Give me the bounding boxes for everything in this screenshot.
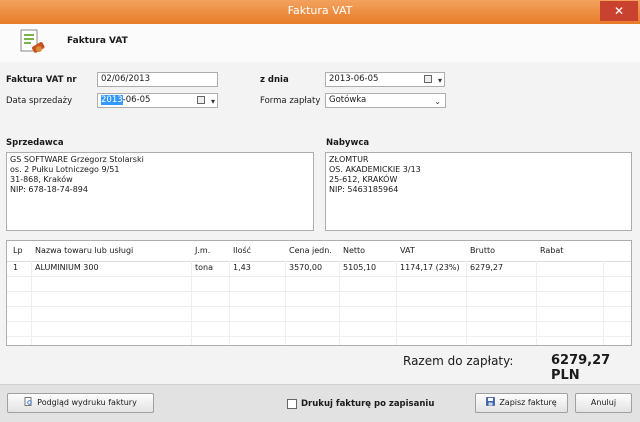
total-value: 6279,27 PLN: [551, 353, 611, 383]
buyer-line: NIP: 5463185964: [329, 185, 399, 194]
seller-line: GS SOFTWARE Grzegorz Stolarski: [10, 155, 144, 164]
cell-quantity: 1,43: [233, 263, 251, 272]
cell-vat: 1174,17 (23%): [400, 263, 460, 272]
cell-name: ALUMINIUM 300: [35, 263, 99, 272]
sale-date-rest-text: -06-05: [122, 95, 151, 105]
invoice-pen-icon: [20, 29, 45, 53]
payment-method-value: Gotówka: [329, 95, 367, 105]
total-label: Razem do zapłaty:: [403, 354, 514, 368]
dialog-header: Faktura VAT: [0, 24, 640, 63]
issue-date-picker[interactable]: 2013-06-05 ▾: [325, 72, 445, 87]
seller-label: Sprzedawca: [6, 138, 64, 148]
save-invoice-label: Zapisz fakturę: [499, 398, 557, 407]
seller-line: 31-868, Kraków: [10, 175, 73, 184]
cancel-button[interactable]: Anuluj: [575, 393, 632, 413]
invoice-number-input[interactable]: 02/06/2013: [97, 72, 218, 87]
payment-method-select[interactable]: Gotówka ⌄: [325, 93, 446, 108]
cell-net: 5105,10: [343, 263, 377, 272]
print-after-save-label[interactable]: Drukuj fakturę po zapisaniu: [301, 399, 434, 409]
issue-date-value: 2013-06-05: [329, 74, 379, 84]
window-title: Faktura VAT: [287, 4, 353, 17]
calendar-icon[interactable]: [197, 96, 205, 104]
seller-line: NIP: 678-18-74-894: [10, 185, 88, 194]
cell-unit-price: 3570,00: [289, 263, 323, 272]
print-preview-label: Podgląd wydruku faktury: [37, 398, 137, 407]
cell-gross: 6279,27: [470, 263, 504, 272]
issue-date-label: z dnia: [260, 75, 289, 85]
calendar-icon[interactable]: [424, 75, 432, 83]
seller-textarea[interactable]: GS SOFTWARE Grzegorz Stolarski os. 2 Puł…: [6, 152, 314, 231]
sale-date-picker[interactable]: 2013-06-05 ▾: [97, 93, 218, 108]
buyer-textarea[interactable]: ZŁOMTUR OS. AKADEMICKIE 3/13 25-612, KRA…: [325, 152, 632, 231]
print-preview-icon: [24, 397, 32, 406]
chevron-down-icon[interactable]: ⌄: [434, 95, 441, 107]
sale-date-label: Data sprzedaży: [6, 96, 73, 106]
window-titlebar: Faktura VAT ✕: [0, 0, 640, 24]
items-table[interactable]: Lp Nazwa towaru lub usługi J.m. Ilość Ce…: [6, 240, 632, 346]
floppy-disk-icon: [486, 397, 496, 406]
buyer-label: Nabywca: [326, 138, 370, 148]
print-preview-button[interactable]: Podgląd wydruku faktury: [7, 393, 154, 413]
invoice-number-label: Faktura VAT nr: [6, 75, 77, 85]
buyer-line: ZŁOMTUR: [329, 155, 369, 164]
cell-unit: tona: [195, 263, 214, 272]
buyer-line: OS. AKADEMICKIE 3/13: [329, 165, 421, 174]
seller-line: os. 2 Pułku Lotniczego 9/51: [10, 165, 120, 174]
sale-date-selected-text: 2013: [101, 95, 123, 105]
dialog-header-title: Faktura VAT: [67, 36, 128, 46]
close-button[interactable]: ✕: [600, 1, 638, 21]
buyer-line: 25-612, KRAKÓW: [329, 175, 398, 184]
save-invoice-button[interactable]: Zapisz fakturę: [475, 393, 568, 413]
chevron-down-icon[interactable]: ▾: [438, 74, 442, 86]
payment-method-label: Forma zapłaty: [260, 96, 321, 106]
print-after-save-checkbox[interactable]: [287, 399, 297, 409]
chevron-down-icon[interactable]: ▾: [211, 95, 215, 107]
column-header-discount[interactable]: Rabat: [540, 241, 563, 261]
cell-lp: 1: [13, 263, 19, 272]
